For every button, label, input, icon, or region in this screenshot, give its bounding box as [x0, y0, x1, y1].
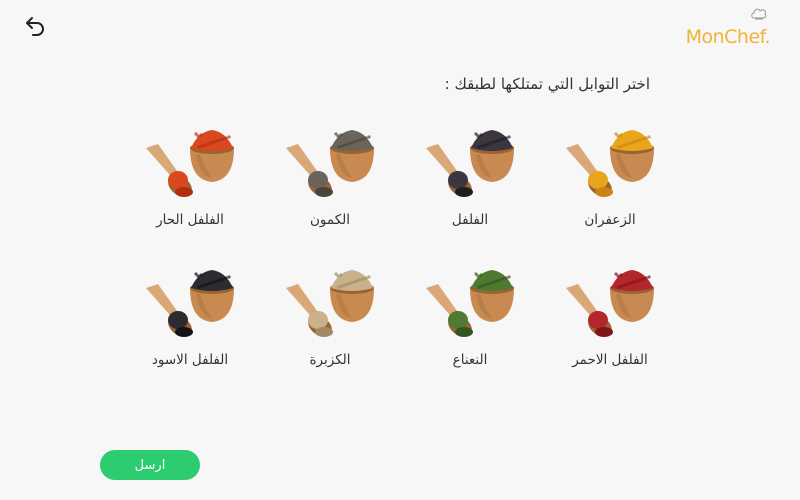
spice-tile-pepper[interactable]: الفلفل	[400, 118, 540, 228]
spice-tile-mint[interactable]: النعناع	[400, 258, 540, 368]
saffron-bowl-icon	[566, 130, 654, 197]
monchef-logo: MonChef.	[685, 8, 771, 48]
spice-grid: الزعفران الفلفل الكمون الفلفل الحار الفل…	[120, 118, 680, 368]
spice-label: الفلفل الاسود	[151, 352, 229, 368]
spice-tile-saffron[interactable]: الزعفران	[540, 118, 680, 228]
cumin-bowl-icon	[286, 130, 374, 197]
spice-tile-coriander[interactable]: الكزبرة	[260, 258, 400, 368]
back-button[interactable]	[22, 12, 48, 38]
spice-tile-black-pepper[interactable]: الفلفل الاسود	[120, 258, 260, 368]
spice-tile-cumin[interactable]: الكمون	[260, 118, 400, 228]
coriander-bowl-icon	[286, 270, 374, 337]
spice-label: الفلفل الاحمر	[572, 352, 648, 368]
spice-label: الكزبرة	[309, 352, 351, 368]
red-pepper-bowl-icon	[566, 270, 654, 337]
spice-tile-red-pepper[interactable]: الفلفل الاحمر	[540, 258, 680, 368]
spice-label: النعناع	[452, 352, 488, 368]
spice-label: الفلفل الحار	[156, 212, 224, 228]
send-button[interactable]: ارسل	[100, 450, 200, 480]
undo-arrow-icon	[26, 17, 44, 36]
black-pepper-bowl-icon	[146, 270, 234, 337]
spice-label: الزعفران	[584, 212, 636, 228]
chili-bowl-icon	[146, 130, 234, 197]
spice-prompt: اختر التوابل التي تمتلكها لطبقك :	[444, 75, 650, 93]
spice-label: الفلفل	[451, 212, 489, 228]
chef-hat-icon	[750, 8, 766, 20]
logo-text: MonChef.	[685, 26, 771, 48]
spice-tile-chili[interactable]: الفلفل الحار	[120, 118, 260, 228]
mint-bowl-icon	[426, 270, 514, 337]
pepper-bowl-icon	[426, 130, 514, 197]
spice-label: الكمون	[310, 212, 351, 228]
